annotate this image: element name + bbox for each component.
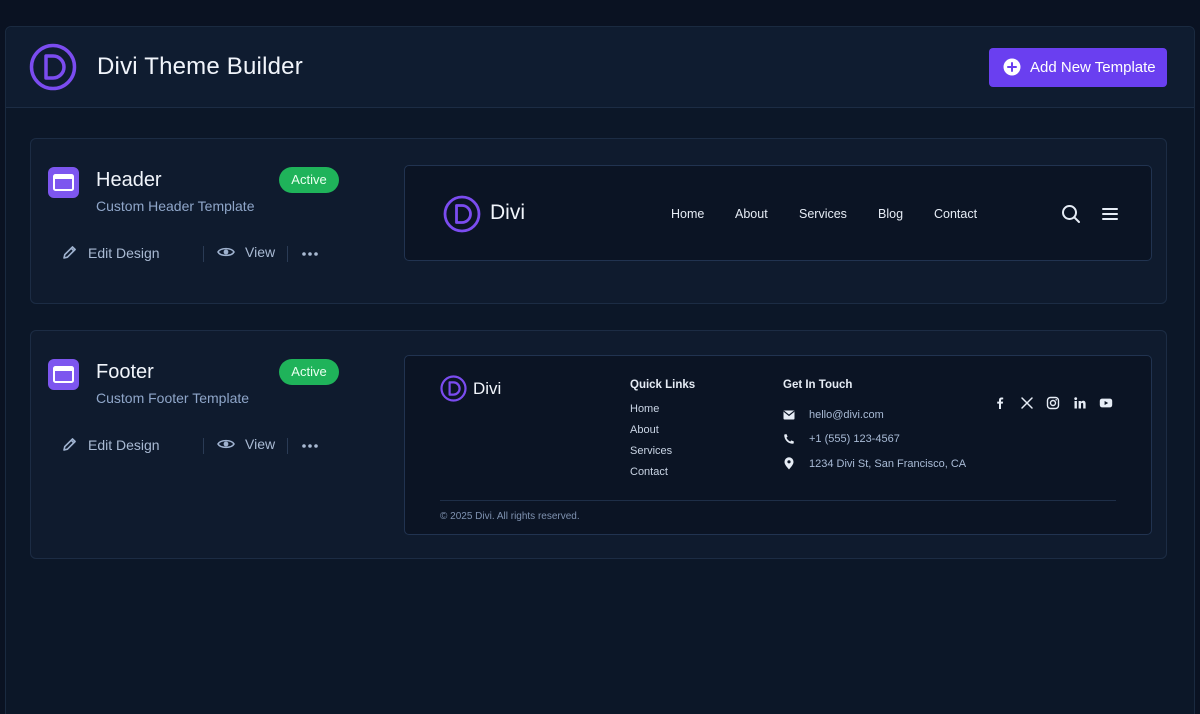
contact-email: hello@divi.com [783, 409, 884, 421]
add-new-template-label: Add New Template [1030, 59, 1156, 76]
footer-link-contact[interactable]: Contact [630, 466, 668, 478]
top-bar: Divi Theme Builder Add New Template [6, 27, 1194, 108]
view-label: View [245, 436, 276, 452]
status-badge: Active [279, 359, 339, 385]
status-badge: Active [279, 167, 339, 193]
view-button[interactable]: View [217, 436, 275, 452]
action-divider [287, 438, 288, 454]
hamburger-menu-icon[interactable] [1101, 205, 1119, 223]
envelope-icon [783, 410, 795, 420]
template-name: Header [96, 169, 162, 191]
template-layout-icon [48, 359, 79, 390]
nav-item-about[interactable]: About [735, 207, 768, 221]
divi-logo-icon [440, 375, 467, 402]
copyright-text: © 2025 Divi. All rights reserved. [440, 511, 580, 522]
template-card-footer: Footer Custom Footer Template Active Edi… [30, 330, 1167, 559]
divi-logo-icon [443, 195, 481, 233]
more-options-icon[interactable] [301, 438, 319, 454]
search-icon[interactable] [1061, 204, 1081, 224]
contact-address: 1234 Divi St, San Francisco, CA [783, 457, 966, 470]
phone-icon [784, 434, 794, 444]
page-title: Divi Theme Builder [97, 53, 303, 80]
footer-link-home[interactable]: Home [630, 403, 659, 415]
action-divider [203, 438, 204, 454]
eye-icon [217, 439, 235, 449]
footer-brand: Divi [473, 379, 502, 398]
map-pin-icon [784, 457, 794, 470]
action-divider [287, 246, 288, 262]
divi-logo-icon [29, 43, 77, 91]
edit-design-button[interactable]: Edit Design [61, 436, 160, 453]
pencil-icon [63, 246, 76, 259]
edit-design-label: Edit Design [88, 436, 160, 453]
nav-item-contact[interactable]: Contact [934, 207, 977, 221]
template-subtitle: Custom Footer Template [96, 390, 250, 406]
nav-item-home[interactable]: Home [671, 207, 704, 221]
more-options-icon[interactable] [301, 246, 319, 262]
footer-divider [440, 500, 1116, 501]
address-text: 1234 Divi St, San Francisco, CA [809, 457, 967, 470]
phone-text: +1 (555) 123-4567 [809, 433, 900, 445]
add-new-template-button[interactable]: Add New Template [989, 48, 1167, 87]
header-preview: Divi Home About Services Blog Contact [404, 165, 1152, 261]
template-name: Footer [96, 361, 154, 383]
quick-links-heading: Quick Links [630, 379, 696, 391]
theme-builder-app: Divi Theme Builder Add New Template Head… [5, 26, 1195, 714]
template-card-header: Header Custom Header Template Active Edi… [30, 138, 1167, 304]
email-text: hello@divi.com [809, 409, 884, 421]
plus-circle-icon [1003, 58, 1021, 76]
view-button[interactable]: View [217, 244, 275, 260]
instagram-icon[interactable] [1046, 396, 1060, 410]
x-icon[interactable] [1020, 396, 1034, 410]
get-in-touch-heading: Get In Touch [783, 379, 853, 391]
action-divider [203, 246, 204, 262]
template-actions: Edit Design View [61, 244, 318, 264]
template-subtitle: Custom Header Template [96, 198, 255, 214]
pencil-icon [63, 438, 76, 451]
linkedin-icon[interactable] [1073, 396, 1087, 410]
preview-brand: Divi [490, 201, 525, 224]
youtube-icon[interactable] [1099, 396, 1113, 410]
footer-link-services[interactable]: Services [630, 445, 672, 457]
template-actions: Edit Design View [61, 436, 318, 456]
eye-icon [217, 247, 235, 257]
facebook-icon[interactable] [993, 396, 1007, 410]
contact-phone: +1 (555) 123-4567 [783, 433, 900, 445]
edit-design-button[interactable]: Edit Design [61, 244, 160, 261]
nav-item-services[interactable]: Services [799, 207, 847, 221]
template-layout-icon [48, 167, 79, 198]
footer-link-about[interactable]: About [630, 424, 659, 436]
edit-design-label: Edit Design [88, 244, 160, 261]
view-label: View [245, 244, 276, 260]
footer-preview: Divi Quick Links Home About Services Con… [404, 355, 1152, 535]
nav-item-blog[interactable]: Blog [878, 207, 903, 221]
